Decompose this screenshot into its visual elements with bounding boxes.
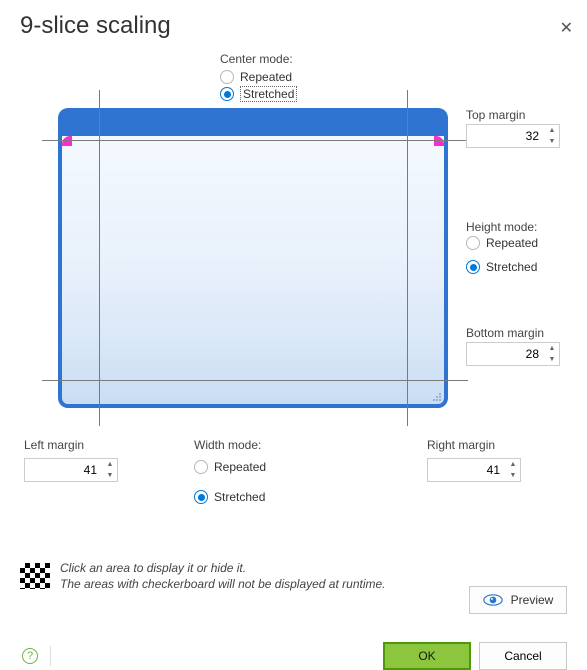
radio-label: Stretched (214, 490, 265, 504)
eye-icon (483, 594, 503, 606)
top-margin-label: Top margin (466, 108, 576, 122)
bottom-controls: Left margin ▲▼ Width mode: Repeated Stre… (20, 438, 567, 506)
corner-marker-tl (62, 136, 72, 146)
hint-text: Click an area to display it or hide it. … (60, 560, 386, 592)
radio-label: Repeated (486, 236, 538, 250)
radio-icon (194, 490, 208, 504)
radio-icon (220, 70, 234, 84)
cancel-button[interactable]: Cancel (479, 642, 567, 670)
left-margin-group: Left margin ▲▼ (24, 438, 118, 506)
center-mode-label: Center mode: (220, 52, 567, 66)
hint-line-1: Click an area to display it or hide it. (60, 560, 386, 576)
right-column: Top margin ▲▼ Height mode: Repeated Stre… (466, 108, 576, 376)
radio-label: Stretched (240, 86, 297, 102)
height-mode-group: Height mode: Repeated Stretched (466, 220, 576, 274)
left-margin-label: Left margin (24, 438, 118, 452)
guide-bottom[interactable] (42, 380, 468, 381)
radio-icon (466, 236, 480, 250)
resize-grip-icon (429, 389, 441, 401)
left-margin-spinner[interactable]: ▲▼ (24, 458, 118, 482)
width-mode-stretched[interactable]: Stretched (194, 490, 266, 504)
chevron-up-icon[interactable]: ▲ (506, 459, 520, 470)
bottom-margin-spinner[interactable]: ▲▼ (466, 342, 560, 366)
spinner-arrows[interactable]: ▲▼ (545, 125, 559, 147)
preview-button[interactable]: Preview (469, 586, 567, 614)
top-margin-group: Top margin ▲▼ (466, 108, 576, 148)
ok-button-label: OK (418, 649, 435, 663)
right-margin-label: Right margin (427, 438, 521, 452)
bottom-margin-group: Bottom margin ▲▼ (466, 326, 576, 366)
radio-icon (220, 87, 234, 101)
top-margin-spinner[interactable]: ▲▼ (466, 124, 560, 148)
help-icon[interactable]: ? (22, 648, 38, 664)
height-mode-label: Height mode: (466, 220, 576, 234)
radio-icon (466, 260, 480, 274)
cancel-button-label: Cancel (504, 649, 541, 663)
chevron-down-icon[interactable]: ▼ (103, 470, 117, 481)
hint-line-2: The areas with checkerboard will not be … (60, 576, 386, 592)
top-margin-input[interactable] (467, 125, 545, 147)
radio-label: Repeated (240, 70, 292, 84)
spinner-arrows[interactable]: ▲▼ (545, 343, 559, 365)
radio-label: Stretched (486, 260, 537, 274)
right-margin-spinner[interactable]: ▲▼ (427, 458, 521, 482)
center-mode-group: Center mode: Repeated Stretched (220, 52, 567, 102)
chevron-up-icon[interactable]: ▲ (103, 459, 117, 470)
height-mode-repeated[interactable]: Repeated (466, 236, 576, 250)
ok-button[interactable]: OK (383, 642, 471, 670)
slice-editor: Top margin ▲▼ Height mode: Repeated Stre… (20, 108, 567, 426)
dialog-footer: ? OK Cancel (0, 642, 587, 670)
left-margin-input[interactable] (25, 459, 103, 481)
width-mode-label: Width mode: (194, 438, 266, 452)
width-mode-group: Width mode: Repeated Stretched (194, 438, 266, 506)
close-icon[interactable]: ✕ (560, 18, 573, 38)
nine-slice-dialog: ✕ 9-slice scaling Center mode: Repeated … (0, 12, 587, 670)
corner-marker-tr (434, 136, 444, 146)
checkerboard-icon (20, 563, 50, 589)
spinner-arrows[interactable]: ▲▼ (506, 459, 520, 481)
chevron-down-icon[interactable]: ▼ (545, 354, 559, 365)
preview-button-label: Preview (511, 593, 554, 607)
guide-top[interactable] (42, 140, 468, 141)
guide-right[interactable] (407, 90, 408, 426)
guide-left[interactable] (99, 90, 100, 426)
slice-preview[interactable] (58, 108, 448, 408)
separator (50, 646, 51, 666)
radio-icon (194, 460, 208, 474)
bottom-margin-input[interactable] (467, 343, 545, 365)
center-mode-repeated[interactable]: Repeated (220, 70, 567, 84)
right-margin-input[interactable] (428, 459, 506, 481)
right-margin-group: Right margin ▲▼ (427, 438, 521, 506)
width-mode-repeated[interactable]: Repeated (194, 460, 266, 474)
chevron-up-icon[interactable]: ▲ (545, 343, 559, 354)
chevron-up-icon[interactable]: ▲ (545, 125, 559, 136)
center-mode-stretched[interactable]: Stretched (220, 86, 567, 102)
bottom-margin-label: Bottom margin (466, 326, 576, 340)
height-mode-stretched[interactable]: Stretched (466, 260, 576, 274)
radio-label: Repeated (214, 460, 266, 474)
dialog-title: 9-slice scaling (20, 12, 567, 40)
spinner-arrows[interactable]: ▲▼ (103, 459, 117, 481)
chevron-down-icon[interactable]: ▼ (506, 470, 520, 481)
chevron-down-icon[interactable]: ▼ (545, 136, 559, 147)
